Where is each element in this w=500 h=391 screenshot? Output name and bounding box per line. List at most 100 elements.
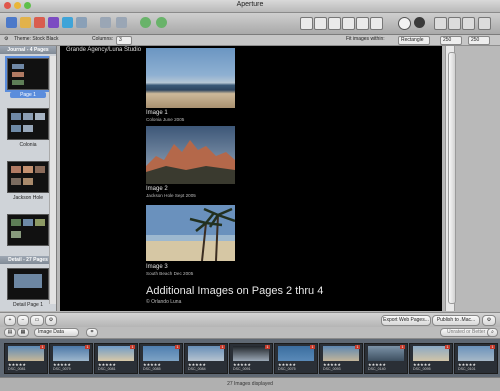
light-table-icon[interactable] (48, 17, 59, 28)
loupe-icon[interactable] (398, 17, 411, 30)
sidebar-scrollbar[interactable] (49, 56, 56, 304)
keyword-icon[interactable]: ⌗ (86, 328, 98, 337)
journal-photo-2[interactable] (146, 126, 235, 184)
gear-icon[interactable]: ⚙ (4, 36, 8, 42)
badge-count: 1 (40, 345, 45, 349)
theme-label[interactable]: Theme: Stock Black (14, 36, 58, 42)
redeye-icon[interactable] (356, 17, 369, 30)
page-label-2[interactable]: Colonia (0, 142, 56, 148)
remove-page-button[interactable]: − (17, 315, 29, 326)
thumbnail-image (323, 346, 359, 361)
album-header-detail[interactable]: Detail - 27 Pages (0, 256, 56, 264)
file-name: DSC_0093 (323, 367, 341, 371)
film-thumbnail[interactable]: 1 ★★★★★ DSC_0140 (364, 343, 408, 374)
additional-images-heading: Additional Images on Pages 2 thru 4 (146, 285, 324, 297)
film-thumbnail[interactable]: 1 ★★★★★ DSC_0085 (139, 343, 183, 374)
film-thumbnail[interactable]: 1 ★★★★★ DSC_0101 (454, 343, 498, 374)
page-thumbnail-2[interactable] (7, 108, 49, 140)
split-icon[interactable] (116, 17, 127, 28)
list-view-icon[interactable]: ▤ (4, 328, 16, 337)
thumbnail-image (233, 346, 269, 361)
web-gallery-icon[interactable] (62, 17, 73, 28)
page-options-icon[interactable]: ▭ (30, 315, 44, 326)
web-journal-page-canvas: Grande Agency/Luna Studio Image 1 Coloni… (60, 46, 442, 311)
new-project-icon[interactable] (6, 17, 17, 28)
thumbnail-image (98, 346, 134, 361)
search-field[interactable]: Unrated or Better (440, 328, 494, 337)
image-title-2: Image 2 (146, 186, 168, 192)
file-name: DSC_0084 (188, 367, 206, 371)
page-label-3[interactable]: Jackson Hole (0, 195, 56, 201)
grid-view-icon[interactable]: ▦ (17, 328, 29, 337)
page-label-5[interactable]: Detail Page 1 (0, 302, 56, 308)
spot-patch-icon[interactable] (342, 17, 355, 30)
file-name: DSC_0095 (413, 367, 431, 371)
image-data-select[interactable]: Image Data (34, 328, 79, 337)
viewer-mode-icon[interactable] (414, 17, 425, 28)
page-heading: Grande Agency/Luna Studio (66, 47, 142, 53)
browser-toolbar: ▤ ▦ Image Data ⌗ Unrated or Better ⌕ (0, 327, 500, 339)
scrollbar-thumb[interactable] (448, 52, 456, 304)
badge-count: 1 (265, 345, 270, 349)
film-thumbnail[interactable]: 1 ★★★★★ DSC_0093 (319, 343, 363, 374)
journal-photo-1[interactable] (146, 48, 235, 108)
web-journal-options-bar: ⚙ Theme: Stock Black Columns: 3 Fit imag… (0, 35, 500, 46)
page-thumbnail-3[interactable] (7, 161, 49, 193)
film-thumbnail[interactable]: 1 ★★★★★ DSC_0075 (274, 343, 318, 374)
canvas-scrollbar[interactable] (445, 46, 456, 311)
file-name: DSC_0085 (143, 367, 161, 371)
lift-stamp-icon[interactable] (370, 17, 383, 30)
film-thumbnail[interactable]: 1 ★★★★★ DSC_0091 (229, 343, 273, 374)
web-journal-icon[interactable] (76, 17, 87, 28)
page-label-1[interactable]: Page 1 (0, 92, 56, 98)
fit-select[interactable]: Rectangle (398, 36, 430, 45)
film-thumbnail[interactable]: 1 ★★★★★ DSC_0081 (4, 343, 48, 374)
journal-photo-3[interactable] (146, 205, 235, 261)
layout-1-icon[interactable] (434, 17, 447, 30)
publish-to-mac-button[interactable]: Publish to .Mac... (432, 315, 480, 326)
select-tool-icon[interactable] (300, 17, 313, 30)
file-name: DSC_0140 (368, 367, 386, 371)
thumbnail-image (413, 346, 449, 361)
thumbnail-image (8, 346, 44, 361)
layout-3-icon[interactable] (462, 17, 475, 30)
badge-count: 1 (220, 345, 225, 349)
image-count-status: 27 Images displayed (227, 381, 273, 387)
badge-count: 1 (445, 345, 450, 349)
thumbnail-image (188, 346, 224, 361)
columns-label: Columns: (92, 36, 114, 42)
action-gear-icon[interactable]: ⚙ (45, 315, 57, 326)
page-thumbnail-5[interactable] (7, 268, 49, 300)
file-name: DSC_0081 (98, 367, 116, 371)
columns-select[interactable]: 3 (116, 36, 132, 45)
crop-tool-icon[interactable] (328, 17, 341, 30)
width-field[interactable]: 250 (440, 36, 462, 45)
badge-count: 1 (175, 345, 180, 349)
badge-count: 1 (130, 345, 135, 349)
export-web-pages-button[interactable]: Export Web Pages... (381, 315, 431, 326)
file-name: DSC_0079 (53, 367, 71, 371)
image-subtitle-1: Colonia June 2005 (146, 117, 185, 122)
rotate-right-icon[interactable] (156, 17, 167, 28)
stack-icon[interactable] (100, 17, 111, 28)
height-field[interactable]: 250 (468, 36, 490, 45)
page-thumbnail-1[interactable] (5, 56, 51, 92)
search-icon[interactable]: ⌕ (487, 328, 498, 337)
album-header-journal[interactable]: Journal - 4 Pages (0, 46, 56, 54)
layout-2-icon[interactable] (448, 17, 461, 30)
film-thumbnail[interactable]: 1 ★★★★★ DSC_0095 (409, 343, 453, 374)
mountain-image (146, 126, 235, 184)
page-thumbnail-4[interactable] (7, 214, 49, 246)
add-page-button[interactable]: + (4, 315, 16, 326)
more-options-icon[interactable]: ⚙ (482, 315, 496, 326)
book-icon[interactable] (34, 17, 45, 28)
film-thumbnail[interactable]: 1 ★★★★★ DSC_0084 (184, 343, 228, 374)
badge-count: 1 (85, 345, 90, 349)
file-name: DSC_0101 (458, 367, 476, 371)
folder-icon[interactable] (20, 17, 31, 28)
straighten-tool-icon[interactable] (314, 17, 327, 30)
film-thumbnail[interactable]: 1 ★★★★★ DSC_0079 (49, 343, 93, 374)
film-thumbnail[interactable]: 1 ★★★★★ DSC_0081 (94, 343, 138, 374)
layout-4-icon[interactable] (478, 17, 491, 30)
rotate-left-icon[interactable] (140, 17, 151, 28)
